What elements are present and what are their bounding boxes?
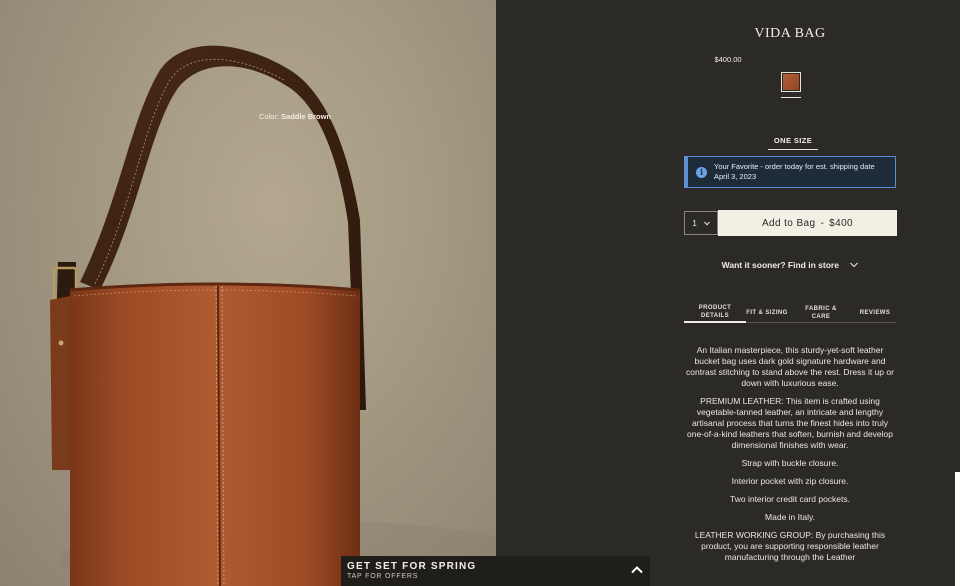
quantity-value: 1 — [692, 218, 697, 228]
info-icon: i — [696, 166, 707, 178]
selected-color: Color: Saddle Brown — [0, 112, 590, 121]
chevron-up-icon[interactable] — [630, 563, 644, 577]
product-description: An Italian masterpiece, this sturdy-yet-… — [686, 345, 894, 570]
add-to-bag-label: Add to Bag — [761, 217, 816, 229]
shipping-alert: i Your Favorite - order today for est. s… — [684, 156, 896, 188]
promo-bar[interactable]: GET SET FOR SPRING TAP FOR OFFERS — [341, 556, 650, 586]
tab-reviews[interactable]: REVIEWS — [854, 303, 896, 322]
product-title: VIDA BAG — [754, 26, 826, 41]
shipping-alert-text: Your Favorite - order today for est. shi… — [714, 162, 875, 181]
description-paragraph: PREMIUM LEATHER: This item is crafted us… — [686, 396, 894, 450]
description-paragraph: LEATHER WORKING GROUP: By purchasing thi… — [694, 530, 886, 562]
description-paragraph: An Italian masterpiece, this sturdy-yet-… — [686, 345, 894, 388]
chevron-down-icon — [850, 262, 859, 268]
description-paragraph: Interior pocket with zip closure. — [731, 476, 849, 486]
selected-swatch-indicator — [781, 97, 801, 98]
size-option-one-size[interactable]: ONE SIZE — [768, 136, 818, 150]
description-paragraph: Made in Italy. — [765, 512, 815, 522]
add-to-bag-separator: - — [820, 217, 825, 229]
quantity-select[interactable]: 1 — [684, 211, 718, 235]
description-paragraph: Strap with buckle closure. — [741, 458, 839, 468]
promo-title: GET SET FOR SPRING — [347, 561, 477, 572]
tab-fit-sizing[interactable]: FIT & SIZING — [746, 303, 788, 322]
color-label: Color: — [258, 112, 279, 121]
tab-fabric-care[interactable]: FABRIC & CARE — [788, 303, 854, 322]
promo-subtitle: TAP FOR OFFERS — [347, 573, 419, 580]
leather-bucket-bag-illustration — [50, 45, 496, 586]
description-paragraph: Two interior credit card pockets. — [730, 494, 850, 504]
product-details-panel: $400.00 ONE SIZE i Your Favorite - order… — [496, 0, 960, 586]
product-price: $400.00 — [714, 55, 742, 64]
color-value: Saddle Brown — [281, 112, 332, 121]
scrollbar[interactable] — [955, 472, 960, 586]
product-info-tabs: PRODUCT DETAILS FIT & SIZING FABRIC & CA… — [684, 303, 896, 323]
find-in-store-label: Want it sooner? Find in store — [721, 260, 839, 270]
find-in-store-toggle[interactable]: Want it sooner? Find in store — [684, 260, 896, 270]
swatch-fill — [783, 74, 799, 90]
chevron-down-icon — [703, 221, 710, 226]
add-to-bag-price: $400 — [829, 217, 854, 229]
product-image[interactable] — [0, 0, 496, 586]
add-to-bag-button[interactable]: Add to Bag - $400 — [718, 210, 897, 236]
color-swatch-saddle-brown[interactable] — [781, 72, 801, 92]
tab-product-details[interactable]: PRODUCT DETAILS — [684, 303, 746, 323]
